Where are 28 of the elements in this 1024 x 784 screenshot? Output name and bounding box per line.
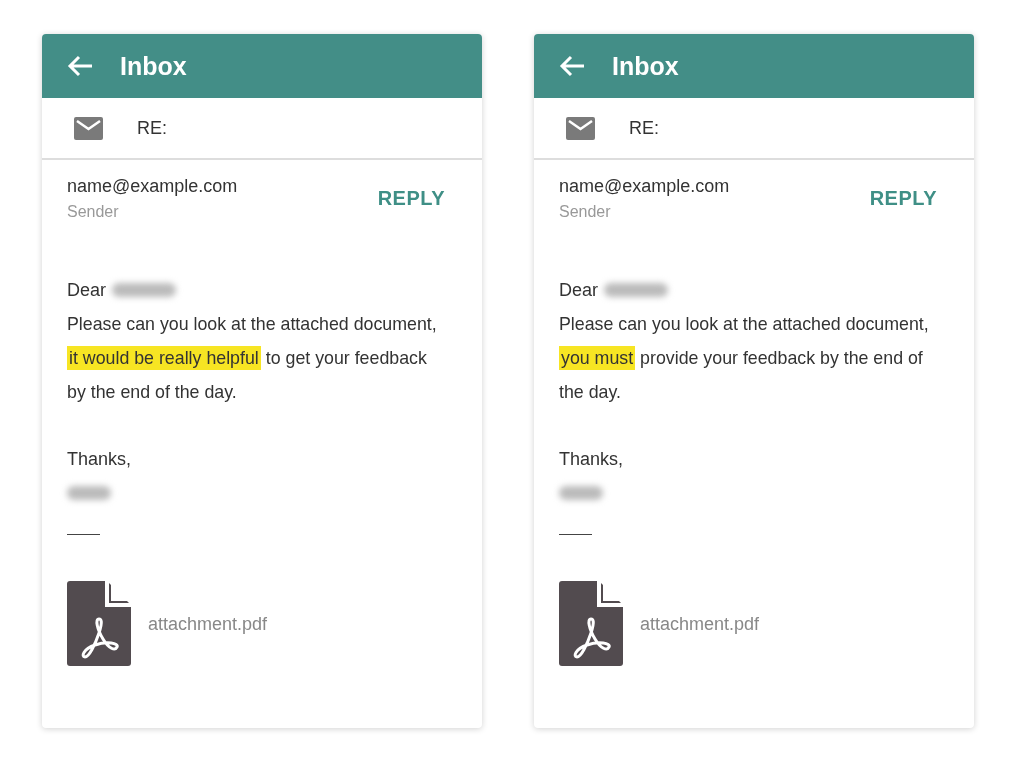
signoff-text: Thanks, [559,448,625,471]
sender-email: name@example.com [67,176,238,197]
sender-label: Sender [67,203,120,221]
mail-icon [74,116,103,140]
blurred-name [67,486,111,500]
greeting-text: Dear [559,279,598,302]
pdf-file-icon[interactable] [559,581,623,666]
pdf-file-icon[interactable] [67,581,131,666]
sender-label: Sender [559,203,612,221]
attachment-name[interactable]: attachment.pdf [148,606,268,641]
blurred-name [604,283,668,297]
blurred-name [112,283,176,297]
app-bar-title: Inbox [120,51,187,81]
reply-button[interactable]: REPLY [869,187,937,210]
attachment-name[interactable]: attachment.pdf [640,606,760,641]
message-paragraph: Please can you look at the attached document, it would be really helpful to get your feedback by the end of the day. [67,313,438,404]
sender-email: name@example.com [559,176,730,197]
reply-button[interactable]: REPLY [377,187,445,210]
greeting-text: Dear [67,279,106,302]
back-icon[interactable] [558,54,586,78]
mail-icon [566,116,595,140]
subject-text: RE: [629,117,659,139]
signoff-text: Thanks, [67,448,133,471]
blurred-name [559,486,603,500]
back-icon[interactable] [66,54,94,78]
message-paragraph: Please can you look at the attached document, you must provide your feedback by the end of the day. [559,313,930,404]
app-bar-title: Inbox [612,51,679,81]
subject-text: RE: [137,117,167,139]
